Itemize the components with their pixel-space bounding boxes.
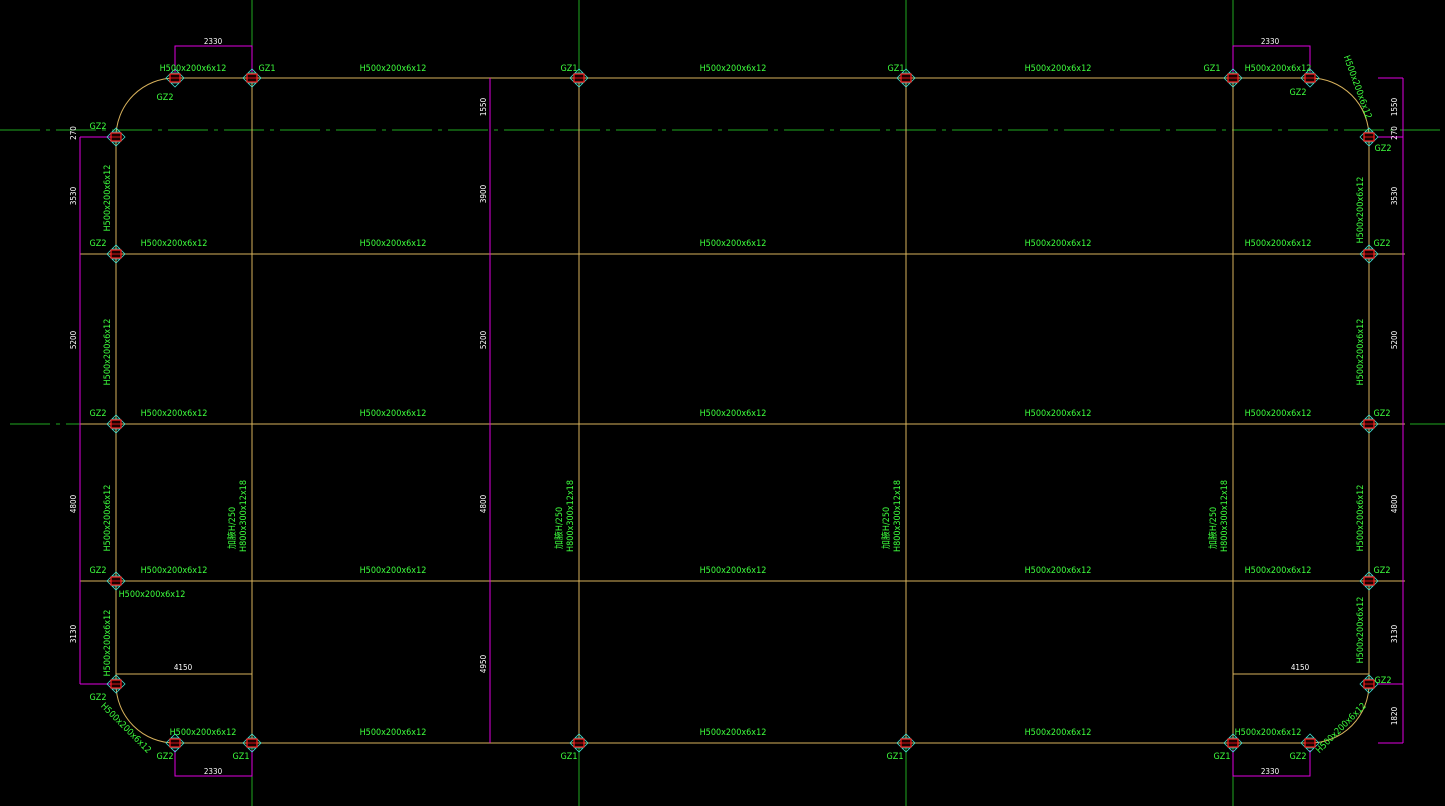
dimension-label: 4150 bbox=[174, 663, 193, 672]
member-label: H500x200x6x12 bbox=[1025, 64, 1092, 74]
dimension-label: 1550 bbox=[1390, 97, 1399, 116]
dimension-label: 3530 bbox=[69, 186, 78, 205]
member-label: H500x200x6x12 bbox=[103, 485, 113, 552]
member-label: H500x200x6x12 bbox=[360, 409, 427, 419]
member-label: H500x200x6x12 bbox=[1341, 54, 1373, 120]
member-label: GZ2 bbox=[157, 93, 174, 103]
member-label: H500x200x6x12 bbox=[1245, 64, 1312, 74]
dimension-label: 5200 bbox=[69, 330, 78, 349]
member-label: H500x200x6x12 bbox=[170, 728, 237, 738]
member-label: GZ2 bbox=[1290, 752, 1307, 762]
member-label: H800x300x12x18 bbox=[893, 480, 903, 552]
member-label: 加腋H/250 bbox=[553, 507, 565, 549]
member-label: 加腋H/250 bbox=[226, 507, 238, 549]
dimension-label: 3130 bbox=[69, 624, 78, 643]
dimension-label: 4150 bbox=[1291, 663, 1310, 672]
member-label: H500x200x6x12 bbox=[1245, 239, 1312, 249]
member-label: GZ2 bbox=[90, 122, 107, 132]
member-label: H500x200x6x12 bbox=[700, 239, 767, 249]
member-label: H500x200x6x12 bbox=[1025, 239, 1092, 249]
member-label: GZ1 bbox=[233, 752, 250, 762]
member-label: H500x200x6x12 bbox=[360, 566, 427, 576]
dimension-label: 4800 bbox=[479, 494, 488, 513]
member-label: H500x200x6x12 bbox=[141, 409, 208, 419]
member-label: GZ1 bbox=[887, 752, 904, 762]
member-label: H500x200x6x12 bbox=[1025, 728, 1092, 738]
structural-plan-drawing: H500x200x6x12 H500x200x6x12 H500x200x6x12 H… bbox=[0, 0, 1445, 806]
dimension-label: 5200 bbox=[1390, 330, 1399, 349]
member-label: H500x200x6x12 bbox=[700, 566, 767, 576]
member-label: H500x200x6x12 bbox=[700, 409, 767, 419]
member-label: GZ2 bbox=[1374, 239, 1391, 249]
dimension-label: 1820 bbox=[1390, 706, 1399, 725]
dimension-label: 3530 bbox=[1390, 186, 1399, 205]
member-label: H800x300x12x18 bbox=[566, 480, 576, 552]
member-label: H500x200x6x12 bbox=[1235, 728, 1302, 738]
member-label: H500x200x6x12 bbox=[160, 64, 227, 74]
dimension-label: 270 bbox=[69, 126, 78, 140]
dimension-label: 270 bbox=[1390, 126, 1399, 140]
member-label: GZ2 bbox=[157, 752, 174, 762]
dimension-label: 4950 bbox=[479, 654, 488, 673]
dimension-label: 3900 bbox=[479, 184, 488, 203]
member-label: H500x200x6x12 bbox=[1025, 566, 1092, 576]
member-label: H500x200x6x12 bbox=[103, 165, 113, 232]
member-label: 加腋H/250 bbox=[880, 507, 892, 549]
member-label: H500x200x6x12 bbox=[1356, 319, 1366, 386]
member-label: H800x300x12x18 bbox=[239, 480, 249, 552]
member-label: GZ1 bbox=[888, 64, 905, 74]
member-label: H800x300x12x18 bbox=[1220, 480, 1230, 552]
member-label: GZ2 bbox=[90, 239, 107, 249]
member-label: H500x200x6x12 bbox=[103, 610, 113, 677]
member-label: GZ2 bbox=[90, 693, 107, 703]
dimension-label: 4800 bbox=[1390, 494, 1399, 513]
member-label: GZ2 bbox=[1290, 88, 1307, 98]
member-label: H500x200x6x12 bbox=[1245, 409, 1312, 419]
member-label: 加腋H/250 bbox=[1207, 507, 1219, 549]
member-label: H500x200x6x12 bbox=[1314, 701, 1368, 755]
member-label: GZ1 bbox=[1214, 752, 1231, 762]
member-label: H500x200x6x12 bbox=[700, 64, 767, 74]
dimension-label: 5200 bbox=[479, 330, 488, 349]
dimension-label: 2330 bbox=[1261, 37, 1280, 46]
dimension-label: 2330 bbox=[204, 37, 223, 46]
member-label: H500x200x6x12 bbox=[119, 590, 186, 600]
member-label: GZ1 bbox=[561, 752, 578, 762]
member-label: H500x200x6x12 bbox=[1356, 485, 1366, 552]
member-label: H500x200x6x12 bbox=[103, 319, 113, 386]
member-label: H500x200x6x12 bbox=[360, 728, 427, 738]
member-label: GZ2 bbox=[1375, 676, 1392, 686]
member-label: GZ1 bbox=[561, 64, 578, 74]
member-label: H500x200x6x12 bbox=[1356, 597, 1366, 664]
member-label: H500x200x6x12 bbox=[1025, 409, 1092, 419]
dimension-label: 3130 bbox=[1390, 624, 1399, 643]
member-label: GZ2 bbox=[1374, 566, 1391, 576]
member-label: GZ2 bbox=[90, 566, 107, 576]
dimension-label: 2330 bbox=[1261, 767, 1280, 776]
member-label: H500x200x6x12 bbox=[1245, 566, 1312, 576]
dimension-label: 1550 bbox=[479, 97, 488, 116]
drawing-labels: H500x200x6x12 H500x200x6x12 H500x200x6x12 H… bbox=[69, 37, 1399, 776]
member-label: H500x200x6x12 bbox=[360, 239, 427, 249]
axis-grid bbox=[0, 0, 1445, 806]
member-label: GZ2 bbox=[1375, 144, 1392, 154]
member-label: GZ2 bbox=[1374, 409, 1391, 419]
member-label: H500x200x6x12 bbox=[141, 566, 208, 576]
member-label: H500x200x6x12 bbox=[141, 239, 208, 249]
dimension-label: 4800 bbox=[69, 494, 78, 513]
member-label: H500x200x6x12 bbox=[700, 728, 767, 738]
member-label: H500x200x6x12 bbox=[360, 64, 427, 74]
dimension-label: 2330 bbox=[204, 767, 223, 776]
member-label: GZ2 bbox=[90, 409, 107, 419]
member-label: GZ1 bbox=[1204, 64, 1221, 74]
member-label: H500x200x6x12 bbox=[1356, 177, 1366, 244]
member-label: GZ1 bbox=[259, 64, 276, 74]
member-label: H500x200x6x12 bbox=[98, 701, 152, 755]
